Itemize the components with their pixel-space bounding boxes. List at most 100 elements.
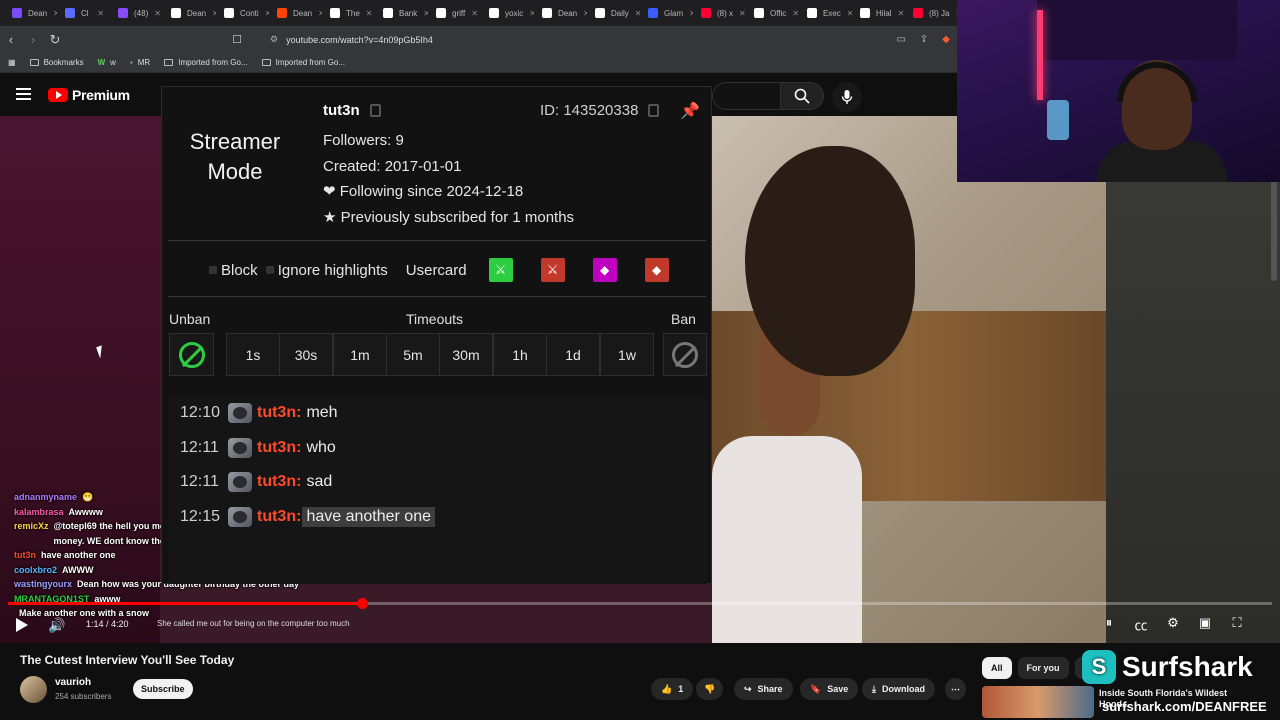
chat-username[interactable]: remicXz xyxy=(14,519,49,548)
copy-icon[interactable] xyxy=(369,104,381,117)
close-tab-icon[interactable]: ✕ xyxy=(529,9,534,18)
ban-button[interactable] xyxy=(663,333,707,376)
search-button[interactable] xyxy=(780,82,824,110)
address-text[interactable]: youtube.com/watch?v=4n09pGb5Ih4 xyxy=(286,35,433,45)
browser-tab[interactable]: Exec ✕ xyxy=(801,2,852,24)
message-username[interactable]: tut3n: xyxy=(257,404,301,422)
chat-username[interactable]: coolxbro2 xyxy=(14,563,57,578)
close-tab-icon[interactable]: ✕ xyxy=(265,9,269,18)
search-input[interactable] xyxy=(712,82,780,110)
browser-tab[interactable]: Conti ✕ xyxy=(218,2,269,24)
browser-tab[interactable]: (48) ✕ xyxy=(112,2,163,24)
like-button[interactable]: 👍 1 xyxy=(651,678,694,700)
username-text[interactable]: tut3n xyxy=(323,102,360,119)
fullscreen-icon[interactable]: ⛶ xyxy=(1228,615,1246,634)
message-username[interactable]: tut3n: xyxy=(257,473,301,491)
copy-id-icon[interactable] xyxy=(648,104,660,117)
browser-tab[interactable]: Dean ✕ xyxy=(165,2,216,24)
related-video-thumbnail[interactable] xyxy=(982,686,1094,718)
site-info-icon[interactable]: ⚙ xyxy=(270,34,278,45)
chat-username[interactable]: wastingyourx xyxy=(14,577,72,592)
browser-tab[interactable]: (8) x ✕ xyxy=(695,2,746,24)
bookmark-w[interactable]: Ww xyxy=(98,58,116,67)
timeout-button-1s[interactable]: 1s xyxy=(226,333,280,376)
progress-scrubber[interactable] xyxy=(356,598,368,609)
ignore-highlights-checkbox[interactable]: Ignore highlights xyxy=(265,262,388,279)
menu-icon[interactable] xyxy=(16,88,31,100)
chat-username[interactable]: adnanmyname xyxy=(14,490,77,505)
usercard-link[interactable]: Usercard xyxy=(406,262,467,279)
close-tab-icon[interactable]: ✕ xyxy=(689,9,693,18)
browser-tab[interactable]: yoxic ✕ xyxy=(483,2,534,24)
forward-icon[interactable]: › xyxy=(22,29,44,51)
more-actions-button[interactable]: ⋯ xyxy=(945,678,966,700)
close-tab-icon[interactable]: ✕ xyxy=(898,9,905,18)
browser-tab[interactable]: griff ✕ xyxy=(430,2,481,24)
vip-button[interactable]: ⚔ xyxy=(488,258,513,282)
bookmark-star-icon[interactable]: ☐ xyxy=(226,29,248,51)
purple-gem-button[interactable]: ◆ xyxy=(592,258,617,282)
close-tab-icon[interactable]: ✕ xyxy=(53,9,57,18)
filter-chip[interactable]: All xyxy=(982,657,1012,679)
bookmark-bookmarks[interactable]: Bookmarks xyxy=(29,58,84,67)
message-username[interactable]: tut3n: xyxy=(257,508,301,526)
bookmark-imported-1[interactable]: Imported from Go... xyxy=(164,58,248,67)
mod-button[interactable]: ⚔ xyxy=(540,258,565,282)
close-tab-icon[interactable]: ✕ xyxy=(583,9,587,18)
extension-icon[interactable]: ◆ xyxy=(942,34,950,45)
browser-tab[interactable]: Cl ✕ xyxy=(59,2,110,24)
volume-icon[interactable]: 🔊 xyxy=(48,617,65,634)
browser-tab[interactable]: Dean ✕ xyxy=(271,2,322,24)
timeout-button-1m[interactable]: 1m xyxy=(333,333,387,376)
browser-tab[interactable]: Glam ✕ xyxy=(642,2,693,24)
close-tab-icon[interactable]: ✕ xyxy=(366,9,373,18)
install-icon[interactable]: ▭ xyxy=(896,34,905,45)
share-button[interactable]: ↪ Share xyxy=(734,678,793,700)
bookmark-mr[interactable]: ▪ MR xyxy=(130,58,150,67)
timeout-button-30s[interactable]: 30s xyxy=(279,333,333,376)
browser-tab[interactable]: The ✕ xyxy=(324,2,375,24)
settings-icon[interactable]: ⚙ xyxy=(1164,615,1182,634)
captions-icon[interactable]: ㏄ xyxy=(1132,615,1150,634)
back-icon[interactable]: ‹ xyxy=(0,29,22,51)
youtube-logo[interactable]: Premium xyxy=(48,87,130,103)
browser-tab[interactable]: Hilal ✕ xyxy=(854,2,905,24)
red-gem-button[interactable]: ◆ xyxy=(644,258,669,282)
browser-tab[interactable]: Bank ✕ xyxy=(377,2,428,24)
close-tab-icon[interactable]: ✕ xyxy=(154,9,161,18)
filter-chip[interactable]: For you xyxy=(1017,657,1069,679)
chapter-title[interactable]: She called me out for being on the compu… xyxy=(157,619,350,628)
timeout-button-1w[interactable]: 1w xyxy=(600,333,654,376)
browser-tab[interactable]: Dean ✕ xyxy=(6,2,57,24)
subscribe-button[interactable]: Subscribe xyxy=(133,679,193,699)
timeout-button-1d[interactable]: 1d xyxy=(546,333,600,376)
voice-search-button[interactable] xyxy=(832,82,862,112)
address-bar[interactable]: ⚙ youtube.com/watch?v=4n09pGb5Ih4 ▭ ⇪ ◆ xyxy=(260,30,960,50)
timeout-button-1h[interactable]: 1h xyxy=(493,333,547,376)
channel-name[interactable]: vaurioh xyxy=(55,677,91,688)
browser-tab[interactable]: Dean ✕ xyxy=(536,2,587,24)
browser-tab[interactable]: Offic ✕ xyxy=(748,2,799,24)
dislike-button[interactable]: 👎 xyxy=(696,678,724,700)
chat-username[interactable]: kalambrasa xyxy=(14,505,64,520)
close-tab-icon[interactable]: ✕ xyxy=(847,9,852,18)
close-tab-icon[interactable]: ✕ xyxy=(212,9,216,18)
miniplayer-icon[interactable]: ▣ xyxy=(1196,615,1214,634)
download-button[interactable]: ⤓ Download xyxy=(862,678,935,700)
close-tab-icon[interactable]: ✕ xyxy=(792,9,799,18)
close-tab-icon[interactable]: ✕ xyxy=(471,9,478,18)
channel-avatar[interactable] xyxy=(20,676,47,703)
apps-icon[interactable]: ▦ xyxy=(8,58,16,67)
close-tab-icon[interactable]: ✕ xyxy=(318,9,322,18)
close-tab-icon[interactable]: ✕ xyxy=(635,9,640,18)
chat-username[interactable]: tut3n xyxy=(14,548,36,563)
timeout-button-5m[interactable]: 5m xyxy=(386,333,440,376)
unban-button[interactable] xyxy=(169,333,214,376)
save-button[interactable]: 🔖 Save xyxy=(800,678,859,700)
pin-icon[interactable]: 📌 xyxy=(680,101,700,121)
share-icon[interactable]: ⇪ xyxy=(920,34,928,45)
autoplay-toggle-icon[interactable]: ⏸ xyxy=(1100,615,1118,634)
bookmark-imported-2[interactable]: Imported from Go... xyxy=(261,58,345,67)
timeout-button-30m[interactable]: 30m xyxy=(439,333,493,376)
close-tab-icon[interactable]: ✕ xyxy=(97,9,104,18)
